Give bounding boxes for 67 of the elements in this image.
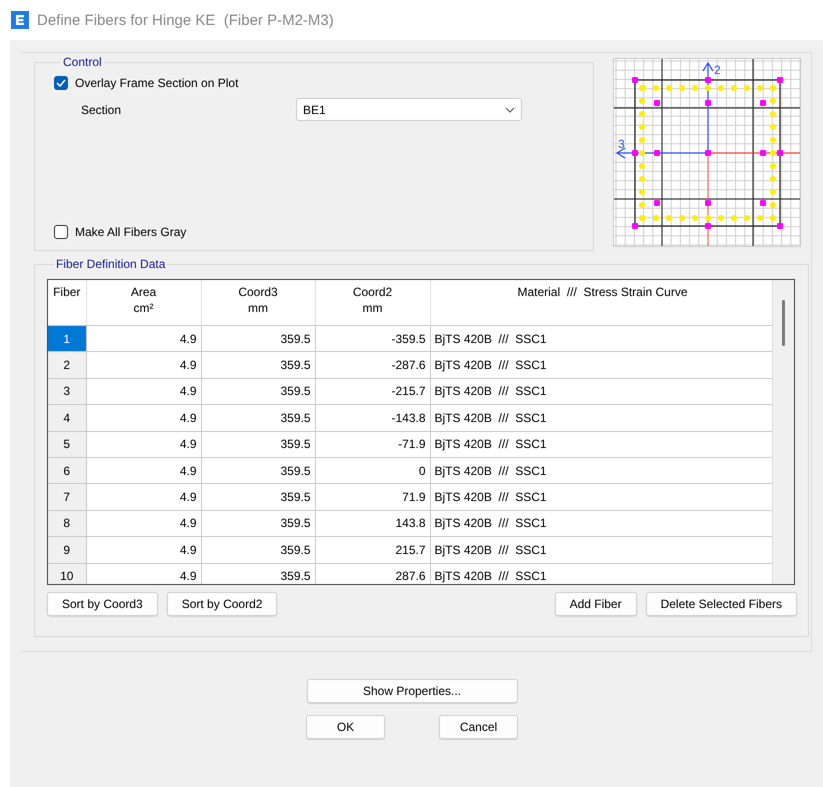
cancel-button[interactable]: Cancel: [439, 715, 518, 739]
ok-button[interactable]: OK: [306, 715, 385, 739]
row-header[interactable]: 5: [48, 431, 86, 458]
row-header[interactable]: 2: [48, 352, 86, 378]
axis-label: 3: [618, 137, 625, 151]
table-cell: 4.9: [86, 563, 201, 584]
column-unit: mm: [247, 300, 269, 316]
column-header: Coord2: [352, 284, 394, 300]
table-cell: 4.9: [86, 352, 201, 378]
table-cell: -215.7: [315, 378, 430, 405]
add-button[interactable]: Add Fiber: [554, 592, 637, 616]
table-cell: 4.9: [86, 326, 201, 352]
app-logo-icon: [11, 11, 29, 29]
table-cell: 359.5: [201, 352, 315, 378]
table-cell: 359.5: [201, 404, 315, 432]
chevron-down-icon: [505, 106, 515, 112]
table-cell: -71.9: [315, 431, 430, 458]
table-cell: 4.9: [86, 404, 201, 432]
table-cell: 71.9: [315, 484, 430, 510]
row-header[interactable]: 3: [48, 378, 86, 405]
axis-label: 2: [714, 63, 721, 77]
table-cell: 4.9: [86, 457, 201, 484]
table-cell: 359.5: [201, 457, 315, 484]
table-cell: -359.5: [315, 326, 430, 352]
table-cell: 4.9: [86, 510, 201, 537]
group-title: Control: [62, 55, 103, 69]
table-cell: 359.5: [201, 378, 315, 405]
row-header[interactable]: 10: [48, 563, 86, 584]
column-header: Area: [130, 284, 158, 300]
column-unit: mm: [362, 300, 384, 316]
table-cell: 359.5: [201, 326, 315, 352]
table-cell: 4.9: [86, 484, 201, 510]
table-cell: -143.8: [315, 404, 430, 432]
table-cell: 4.9: [86, 536, 201, 564]
table-cell: 359.5: [201, 536, 315, 564]
table-cell: -287.6: [315, 352, 430, 378]
checkbox-label: Overlay Frame Section on Plot: [75, 76, 238, 90]
checkbox-label: Make All Fibers Gray: [75, 225, 186, 239]
column-unit: cm²: [132, 300, 154, 316]
table-cell: 143.8: [315, 510, 430, 537]
delete-button[interactable]: Delete Selected Fibers: [646, 592, 797, 616]
row-header[interactable]: 1: [48, 326, 86, 352]
table-cell: 4.9: [86, 431, 201, 458]
row-header[interactable]: 6: [48, 457, 86, 484]
row-header[interactable]: 7: [48, 484, 86, 510]
table-cell: 287.6: [315, 563, 430, 584]
group-title: Fiber Definition Data: [55, 257, 166, 271]
column-header: Coord3: [237, 284, 279, 300]
scrollbar[interactable]: [772, 280, 794, 584]
window-title: Define Fibers for Hinge KE (Fiber P-M2-M3): [37, 12, 334, 28]
field-label: Section: [81, 102, 122, 116]
row-header[interactable]: 9: [48, 536, 86, 564]
table-cell: 215.7: [315, 536, 430, 564]
checkbox[interactable]: [54, 76, 68, 90]
row-header[interactable]: 4: [48, 404, 86, 432]
table-cell: 359.5: [201, 431, 315, 458]
checkbox[interactable]: [54, 225, 68, 239]
table-cell: 359.5: [201, 484, 315, 510]
sort-button[interactable]: Sort by Coord2: [166, 592, 278, 616]
table-cell: 359.5: [201, 563, 315, 584]
table-cell: 0: [315, 457, 430, 484]
section-dropdown[interactable]: BE1: [296, 98, 522, 121]
row-header[interactable]: 8: [48, 510, 86, 537]
table-cell: 359.5: [201, 510, 315, 537]
show-properties-button[interactable]: Show Properties...: [306, 679, 518, 703]
table-cell: 4.9: [86, 378, 201, 405]
sort-button[interactable]: Sort by Coord3: [47, 592, 158, 616]
